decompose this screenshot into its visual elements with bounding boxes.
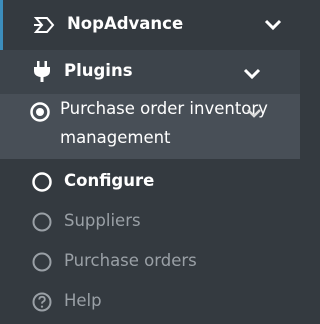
radio-icon <box>31 251 53 273</box>
plug-icon <box>32 59 52 83</box>
sidebar-item-label: Purchase order inventory <box>60 99 268 118</box>
sidebar-item-label: Purchase orders <box>64 251 197 270</box>
sidebar-item-plugins[interactable]: Plugins <box>0 50 300 94</box>
sidebar-item-label-line2: management <box>60 128 171 147</box>
radio-selected-icon <box>29 101 51 123</box>
sidebar: NopAdvance Plugins Purchase order invent… <box>0 0 300 324</box>
nopadvance-logo-icon <box>33 13 57 37</box>
sidebar-item-label: Help <box>64 291 102 310</box>
radio-icon <box>31 211 53 233</box>
sidebar-item-label: NopAdvance <box>67 14 184 33</box>
question-circle-icon <box>31 291 53 313</box>
sidebar-item-label: Configure <box>64 171 155 190</box>
chevron-down-icon[interactable] <box>246 107 262 119</box>
sidebar-item-suppliers[interactable]: Suppliers <box>0 201 300 241</box>
sidebar-item-label: Suppliers <box>64 211 141 230</box>
sidebar-item-purchase-order-inventory-management[interactable]: Purchase order inventory management <box>0 94 300 159</box>
sidebar-item-purchase-orders[interactable]: Purchase orders <box>0 241 300 281</box>
sidebar-item-configure[interactable]: Configure <box>0 161 300 201</box>
chevron-down-icon[interactable] <box>264 18 282 32</box>
sidebar-item-label: Plugins <box>64 61 133 80</box>
sidebar-item-help[interactable]: Help <box>0 281 300 321</box>
radio-icon <box>31 171 53 193</box>
chevron-down-icon[interactable] <box>243 67 261 81</box>
sidebar-item-nopadvance[interactable]: NopAdvance <box>0 0 300 50</box>
